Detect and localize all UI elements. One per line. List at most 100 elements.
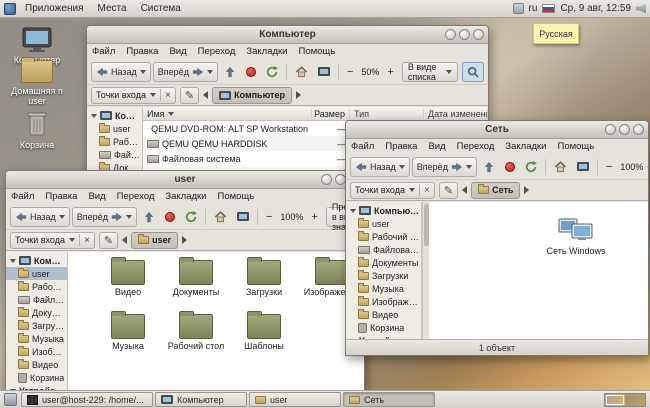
breadcrumb-next-icon[interactable] [295, 91, 301, 99]
taskbar-item-user[interactable]: user [249, 392, 341, 407]
menu-file[interactable]: Файл [351, 141, 374, 152]
network-item-windows[interactable]: Сеть Windows [541, 216, 611, 257]
sidebar-item-video[interactable]: Видео [346, 308, 421, 321]
taskbar-item-terminal[interactable]: user@host-229: /home/... [21, 392, 153, 407]
stop-button[interactable] [501, 157, 519, 177]
titlebar[interactable]: Сеть [346, 121, 648, 139]
sidebar-item-pictures[interactable]: Изображения [6, 345, 67, 358]
workspace-switcher[interactable] [604, 392, 646, 407]
sidebar-item-user[interactable]: user [6, 267, 67, 280]
up-button[interactable] [479, 157, 499, 177]
sidebar-item-documents[interactable]: Документы [346, 256, 421, 269]
close-button[interactable] [473, 29, 484, 40]
column-size[interactable]: Размер [312, 108, 350, 119]
breadcrumb-item[interactable]: user [131, 231, 179, 249]
menu-view[interactable]: Вид [169, 46, 186, 57]
desktop-icon-trash[interactable]: Корзина [8, 110, 66, 151]
computer-button[interactable] [573, 157, 593, 177]
column-name[interactable]: Имя [143, 108, 312, 119]
menu-file[interactable]: Файл [11, 191, 34, 202]
breadcrumb-item[interactable]: Сеть [471, 181, 521, 199]
expander-icon[interactable] [350, 208, 356, 213]
minimize-button[interactable] [321, 174, 332, 185]
sidebar-item-desktop[interactable]: Рабочий стол [87, 135, 142, 148]
volume-icon[interactable] [636, 3, 646, 14]
menu-go[interactable]: Переход [198, 46, 236, 57]
menu-bookmarks[interactable]: Закладки [246, 46, 287, 57]
forward-button[interactable]: Вперёд [411, 156, 477, 177]
menu-bookmarks[interactable]: Закладки [165, 191, 206, 202]
distro-menu-icon[interactable] [4, 2, 16, 15]
reload-button[interactable] [262, 62, 282, 82]
close-sidebar-icon[interactable] [424, 185, 430, 196]
sidebar-item-user[interactable]: user [87, 122, 142, 135]
sidebar-item-music[interactable]: Музыка [6, 332, 67, 345]
back-button[interactable]: Назад [91, 61, 151, 82]
folder-item-downloads[interactable]: Загрузки [232, 257, 296, 298]
home-button[interactable] [291, 62, 312, 82]
sidebar-item-desktop[interactable]: Рабочий стол [6, 280, 67, 293]
breadcrumb-prev-icon[interactable] [122, 236, 128, 244]
menu-edit[interactable]: Правка [45, 191, 77, 202]
sidebar-item-music[interactable]: Музыка [346, 282, 421, 295]
sidebar-item-pictures[interactable]: Изображения [346, 295, 421, 308]
breadcrumb-prev-icon[interactable] [462, 186, 468, 194]
sidebar-item-computer[interactable]: Компьютер [346, 204, 421, 217]
keyboard-layout-indicator[interactable]: ru [529, 3, 538, 14]
up-button[interactable] [139, 207, 159, 227]
folder-item-documents[interactable]: Документы [164, 257, 228, 298]
menu-system[interactable]: Система [134, 0, 188, 17]
sidebar-item-user[interactable]: user [346, 217, 421, 230]
sidebar-item-downloads[interactable]: Загрузки [346, 269, 421, 282]
menu-view[interactable]: Вид [88, 191, 105, 202]
keyboard-flag-icon[interactable] [542, 4, 556, 13]
zoom-out-button[interactable] [602, 157, 616, 177]
sidebar-item-trash[interactable]: Корзина [346, 321, 421, 334]
back-button[interactable]: Назад [10, 206, 70, 227]
back-button[interactable]: Назад [350, 156, 410, 177]
menu-go[interactable]: Переход [117, 191, 155, 202]
workspace-2[interactable] [625, 393, 645, 406]
menu-help[interactable]: Помощь [558, 141, 595, 152]
computer-button[interactable] [314, 62, 334, 82]
computer-button[interactable] [233, 207, 253, 227]
edit-location-button[interactable] [98, 231, 119, 249]
breadcrumb-prev-icon[interactable] [203, 91, 209, 99]
menu-file[interactable]: Файл [92, 46, 115, 57]
zoom-in-button[interactable] [383, 62, 397, 82]
sidebar-scrollbar[interactable] [422, 202, 429, 339]
expander-icon[interactable] [91, 113, 97, 118]
search-button[interactable] [462, 61, 484, 82]
sidebar-item-computer[interactable]: Компьютер [87, 109, 142, 122]
forward-button[interactable]: Вперёд [152, 61, 218, 82]
menu-go[interactable]: Переход [457, 141, 495, 152]
places-dropdown[interactable]: Точки входа [91, 86, 176, 104]
sidebar-item-filesystem[interactable]: Файловая система [346, 243, 421, 256]
zoom-in-button[interactable] [647, 157, 648, 177]
sidebar-item-video[interactable]: Видео [6, 358, 67, 371]
titlebar[interactable]: Компьютер [87, 26, 488, 44]
menu-view[interactable]: Вид [428, 141, 445, 152]
forward-button[interactable]: Вперёд [71, 206, 137, 227]
sidebar-item-documents[interactable]: Документы [6, 306, 67, 319]
reload-button[interactable] [181, 207, 201, 227]
maximize-button[interactable] [459, 29, 470, 40]
menu-applications[interactable]: Приложения [18, 0, 91, 17]
menu-edit[interactable]: Правка [126, 46, 158, 57]
sidebar-item-downloads[interactable]: Загрузки [6, 319, 67, 332]
folder-item-templates[interactable]: Шаблоны [232, 311, 296, 352]
up-button[interactable] [220, 62, 240, 82]
column-date[interactable]: Дата изменения [424, 108, 488, 119]
menu-edit[interactable]: Правка [385, 141, 417, 152]
breadcrumb-next-icon[interactable] [524, 186, 530, 194]
sidebar-item-filesystem[interactable]: Файловая система [87, 148, 142, 161]
desktop-icon-home[interactable]: Домашняя п user [8, 57, 66, 107]
sidebar-item-trash[interactable]: Корзина [6, 371, 67, 384]
tray-icon[interactable] [512, 3, 524, 14]
minimize-button[interactable] [605, 124, 616, 135]
zoom-out-button[interactable] [262, 207, 276, 227]
sidebar-item-computer[interactable]: Компьютер [6, 254, 67, 267]
expander-icon[interactable] [10, 258, 16, 263]
titlebar[interactable]: user [6, 171, 364, 189]
stop-button[interactable] [161, 207, 179, 227]
